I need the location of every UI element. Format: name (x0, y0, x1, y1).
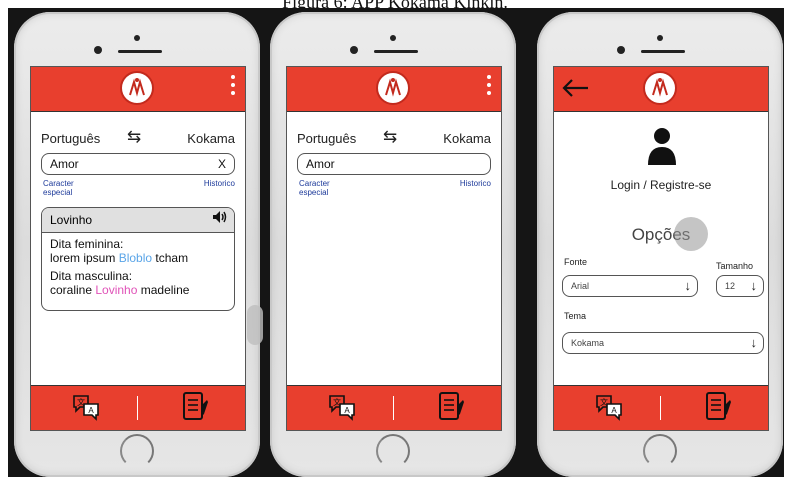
svg-text:文: 文 (77, 397, 85, 407)
target-language[interactable]: Kokama (187, 131, 235, 146)
font-select-value: Arial (571, 281, 590, 291)
notebook-icon[interactable] (181, 390, 209, 429)
search-input[interactable]: Amor (297, 153, 491, 175)
svg-text:文: 文 (600, 397, 608, 407)
camera-dot (134, 35, 140, 41)
masculine-title: Dita masculina: (50, 269, 133, 283)
app-screen: Português ⇆ Kokama Amor Caracter especia… (286, 66, 502, 431)
history-link[interactable]: Historico (204, 179, 235, 188)
options-title: Opções (631, 225, 691, 244)
home-button[interactable] (120, 434, 154, 468)
app-header (287, 67, 501, 112)
bottom-nav: 文A (287, 385, 501, 430)
result-header: Lovinho (42, 208, 234, 233)
special-character-link[interactable]: Caracter especial (299, 179, 359, 197)
earpiece-speaker (641, 50, 685, 53)
masculine-example: coraline Lovinho madeline (50, 283, 190, 297)
search-input[interactable]: Amor X (41, 153, 235, 175)
chevron-down-icon: ↓ (684, 278, 692, 293)
theme-label: Tema (564, 311, 587, 321)
user-icon[interactable] (648, 127, 676, 170)
special-character-link[interactable]: Caracter especial (43, 179, 103, 197)
front-camera (350, 46, 358, 54)
speaker-icon[interactable] (212, 208, 228, 232)
translate-icon[interactable]: 文A (71, 392, 101, 427)
font-select[interactable]: Arial ↓ (562, 275, 698, 297)
nav-divider (137, 396, 138, 420)
app-header (554, 67, 768, 112)
swap-languages-icon[interactable]: ⇆ (127, 127, 141, 147)
search-value: Amor (306, 157, 335, 171)
theme-select[interactable]: Kokama ↓ (562, 332, 764, 354)
theme-select-value: Kokama (571, 338, 605, 348)
home-button[interactable] (643, 434, 677, 468)
svg-text:A: A (344, 406, 350, 415)
kebab-menu-icon[interactable] (231, 75, 235, 99)
masculine-highlight: Lovinho (95, 283, 138, 297)
font-label: Fonte (564, 257, 588, 267)
phone-mockup-translation-result: Português ⇆ Kokama Amor X Caracter espec… (14, 12, 260, 477)
search-value: Amor (50, 157, 79, 171)
clear-search-button[interactable]: X (218, 154, 226, 174)
swap-languages-icon[interactable]: ⇆ (383, 127, 397, 147)
history-link[interactable]: Historico (460, 179, 491, 188)
front-camera (617, 46, 625, 54)
feminine-highlight: Bloblo (118, 251, 153, 265)
nav-divider (393, 396, 394, 420)
chevron-down-icon: ↓ (750, 335, 758, 350)
feminine-title: Dita feminina: (50, 237, 124, 251)
svg-text:A: A (88, 406, 94, 415)
earpiece-speaker (374, 50, 418, 53)
app-header (31, 67, 245, 112)
bottom-nav: 文A (31, 385, 245, 430)
source-language[interactable]: Português (41, 131, 100, 146)
svg-text:文: 文 (333, 397, 341, 407)
app-logo (120, 71, 154, 105)
phone-mockup-search: Português ⇆ Kokama Amor Caracter especia… (270, 12, 516, 477)
target-language[interactable]: Kokama (443, 131, 491, 146)
login-register-link[interactable]: Login / Registre-se (554, 178, 768, 192)
kebab-menu-icon[interactable] (487, 75, 491, 99)
translation-result-card: Lovinho Dita feminina: lorem ipsum Blobl… (41, 207, 235, 311)
camera-dot (390, 35, 396, 41)
camera-dot (657, 35, 663, 41)
front-camera (94, 46, 102, 54)
source-language[interactable]: Português (297, 131, 356, 146)
feminine-example: lorem ipsum Bloblo tcham (50, 251, 189, 265)
nav-divider (660, 396, 661, 420)
size-select-value: 12 (725, 281, 736, 291)
earpiece-speaker (118, 50, 162, 53)
notebook-icon[interactable] (437, 390, 465, 429)
bottom-nav: 文A (554, 385, 768, 430)
app-screen: Português ⇆ Kokama Amor X Caracter espec… (30, 66, 246, 431)
arrow-left-icon[interactable] (560, 77, 590, 104)
chevron-down-icon: ↓ (750, 278, 758, 293)
svg-text:A: A (611, 406, 617, 415)
touch-indicator (674, 217, 708, 251)
translate-icon[interactable]: 文A (327, 392, 357, 427)
size-label: Tamanho (716, 261, 754, 271)
phone-mockup-options: Login / Registre-se Opções Fonte Tamanho… (537, 12, 783, 477)
result-body: Dita feminina: lorem ipsum Bloblo tcham … (42, 233, 234, 301)
app-screen: Login / Registre-se Opções Fonte Tamanho… (553, 66, 769, 431)
notebook-icon[interactable] (704, 390, 732, 429)
touch-indicator (247, 305, 263, 345)
result-word: Lovinho (50, 213, 93, 227)
home-button[interactable] (376, 434, 410, 468)
app-logo (643, 71, 677, 105)
translate-icon[interactable]: 文A (594, 392, 624, 427)
app-logo (376, 71, 410, 105)
size-select[interactable]: 12 ↓ (716, 275, 764, 297)
